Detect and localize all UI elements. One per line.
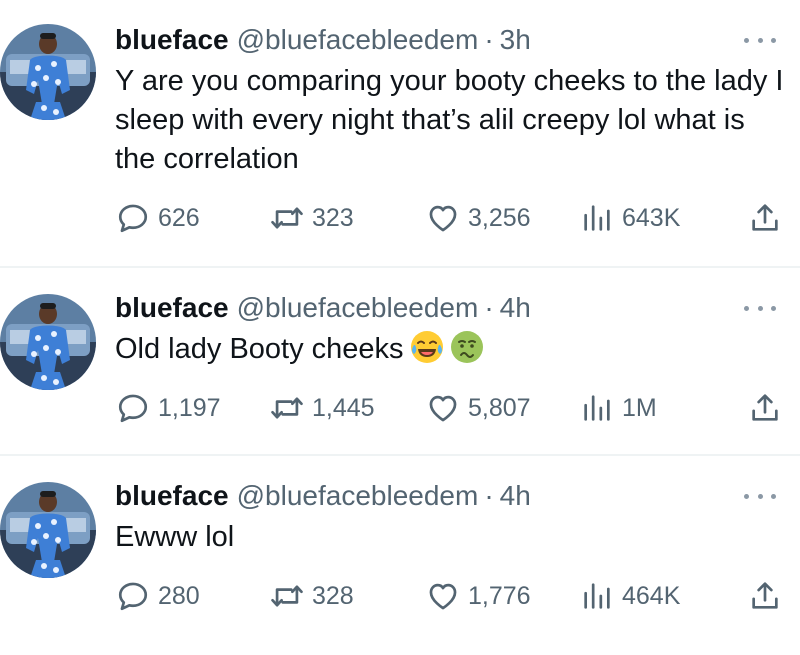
separator-dot: · [484, 292, 494, 323]
reply-count: 280 [158, 581, 200, 610]
views-icon [580, 579, 614, 613]
share-icon [748, 201, 782, 235]
like-count: 5,807 [468, 393, 531, 422]
tweet-header: blueface @bluefacebleedem · 4h [115, 478, 531, 514]
timestamp[interactable]: 4h [500, 290, 531, 326]
like-count: 1,776 [468, 581, 531, 610]
timestamp[interactable]: 4h [500, 478, 531, 514]
display-name[interactable]: blueface [115, 290, 229, 326]
repost-icon [270, 201, 304, 235]
tweet-text: Old lady Booty cheeks [115, 330, 785, 375]
share-icon [748, 391, 782, 425]
reply-button[interactable]: 626 [116, 198, 200, 238]
avatar[interactable] [0, 294, 96, 390]
reply-icon [116, 579, 150, 613]
views-icon [580, 201, 614, 235]
separator-dot: · [484, 24, 494, 55]
tweet-text: Ewww lol [115, 521, 235, 553]
avatar[interactable] [0, 24, 96, 120]
views-count: 643K [622, 203, 681, 232]
like-button[interactable]: 1,776 [426, 576, 531, 616]
repost-count: 323 [312, 203, 354, 232]
tweet[interactable]: blueface @bluefacebleedem · 4h Ewww lol … [0, 456, 800, 655]
action-bar: 280 328 1,776 464K [0, 576, 800, 616]
reply-count: 626 [158, 203, 200, 232]
repost-count: 1,445 [312, 393, 375, 422]
face-with-tears-of-joy-icon [410, 330, 444, 375]
more-icon[interactable] [744, 34, 776, 46]
like-count: 3,256 [468, 203, 531, 232]
tweet-text-content: Old lady Booty cheeks [115, 333, 404, 365]
action-bar: 626 323 3,256 643K [0, 198, 800, 238]
avatar[interactable] [0, 482, 96, 578]
reply-count: 1,197 [158, 393, 221, 422]
tweet-header: blueface @bluefacebleedem · 4h [115, 290, 531, 326]
more-icon[interactable] [744, 302, 776, 314]
repost-button[interactable]: 323 [270, 198, 354, 238]
views-button[interactable]: 464K [580, 576, 680, 616]
repost-button[interactable]: 1,445 [270, 388, 375, 428]
action-bar: 1,197 1,445 5,807 1M [0, 388, 800, 428]
user-handle[interactable]: @bluefacebleedem [237, 290, 479, 326]
share-icon [748, 579, 782, 613]
like-button[interactable]: 3,256 [426, 198, 531, 238]
display-name[interactable]: blueface [115, 478, 229, 514]
reply-icon [116, 391, 150, 425]
like-button[interactable]: 5,807 [426, 388, 531, 428]
heart-icon [426, 201, 460, 235]
nauseated-face-icon [450, 330, 484, 375]
separator-dot: · [484, 480, 494, 511]
tweet-header: blueface @bluefacebleedem · 3h [115, 22, 531, 58]
views-count: 1M [622, 393, 657, 422]
tweet[interactable]: blueface @bluefacebleedem · 3h Y are you… [0, 0, 800, 266]
views-button[interactable]: 1M [580, 388, 657, 428]
share-button[interactable] [748, 198, 782, 238]
views-button[interactable]: 643K [580, 198, 680, 238]
user-handle[interactable]: @bluefacebleedem [237, 22, 479, 58]
tweet-text: Y are you comparing your booty cheeks to… [115, 65, 784, 175]
repost-icon [270, 391, 304, 425]
views-count: 464K [622, 581, 681, 610]
reply-button[interactable]: 280 [116, 576, 200, 616]
heart-icon [426, 579, 460, 613]
share-button[interactable] [748, 576, 782, 616]
reply-icon [116, 201, 150, 235]
more-icon[interactable] [744, 490, 776, 502]
repost-count: 328 [312, 581, 354, 610]
heart-icon [426, 391, 460, 425]
user-handle[interactable]: @bluefacebleedem [237, 478, 479, 514]
timestamp[interactable]: 3h [500, 22, 531, 58]
share-button[interactable] [748, 388, 782, 428]
tweet[interactable]: blueface @bluefacebleedem · 4h Old lady … [0, 268, 800, 454]
repost-icon [270, 579, 304, 613]
display-name[interactable]: blueface [115, 22, 229, 58]
reply-button[interactable]: 1,197 [116, 388, 221, 428]
views-icon [580, 391, 614, 425]
repost-button[interactable]: 328 [270, 576, 354, 616]
